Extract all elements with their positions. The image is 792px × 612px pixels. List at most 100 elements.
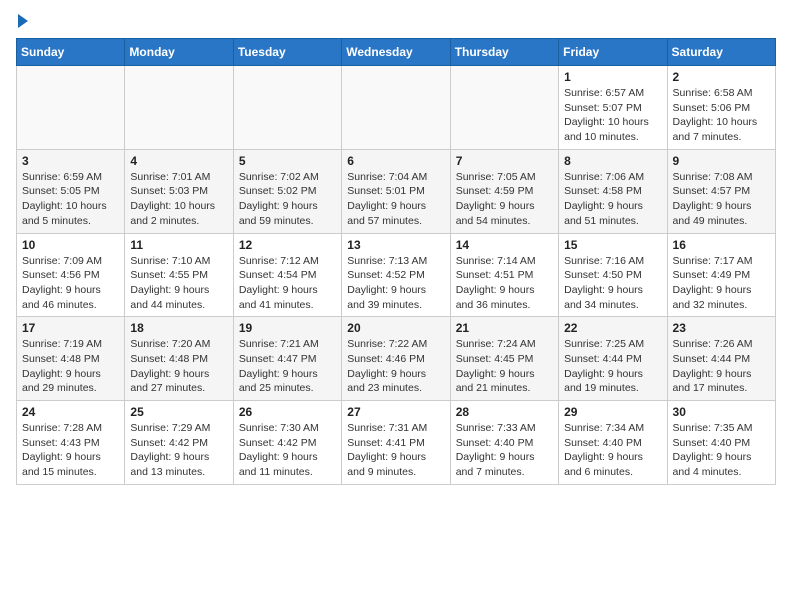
day-info: Sunrise: 7:20 AMSunset: 4:48 PMDaylight:… [130, 337, 227, 396]
calendar-cell: 14 Sunrise: 7:14 AMSunset: 4:51 PMDayligh… [450, 233, 558, 317]
calendar-cell [450, 66, 558, 150]
day-number: 26 [239, 405, 336, 419]
calendar-cell [17, 66, 125, 150]
calendar-cell: 24Sunrise: 7:28 AMSunset: 4:43 PMDayligh… [17, 401, 125, 485]
calendar-header-monday: Monday [125, 39, 233, 66]
calendar-row-4: 17 Sunrise: 7:19 AMSunset: 4:48 PMDayligh… [17, 317, 776, 401]
day-info: Sunrise: 7:01 AMSunset: 5:03 PMDaylight:… [130, 170, 227, 229]
day-number: 2 [673, 70, 770, 84]
calendar-cell: 15 Sunrise: 7:16 AMSunset: 4:50 PMDayligh… [559, 233, 667, 317]
day-number: 14 [456, 238, 553, 252]
day-info: Sunrise: 7:24 AMSunset: 4:45 PMDaylight:… [456, 337, 553, 396]
calendar-cell: 4 Sunrise: 7:01 AMSunset: 5:03 PMDaylight… [125, 149, 233, 233]
calendar-cell: 27 Sunrise: 7:31 AMSunset: 4:41 PMDayligh… [342, 401, 450, 485]
day-number: 5 [239, 154, 336, 168]
day-number: 18 [130, 321, 227, 335]
day-number: 7 [456, 154, 553, 168]
day-info: Sunrise: 7:17 AMSunset: 4:49 PMDaylight:… [673, 254, 770, 313]
day-info: Sunrise: 7:14 AMSunset: 4:51 PMDaylight:… [456, 254, 553, 313]
calendar-cell: 10 Sunrise: 7:09 AMSunset: 4:56 PMDayligh… [17, 233, 125, 317]
calendar-cell: 29Sunrise: 7:34 AMSunset: 4:40 PMDayligh… [559, 401, 667, 485]
day-number: 15 [564, 238, 661, 252]
calendar-body: 1 Sunrise: 6:57 AMSunset: 5:07 PMDaylight… [17, 66, 776, 485]
day-info: Sunrise: 6:59 AMSunset: 5:05 PMDaylight:… [22, 170, 119, 229]
day-info: Sunrise: 7:25 AMSunset: 4:44 PMDaylight:… [564, 337, 661, 396]
calendar-header-sunday: Sunday [17, 39, 125, 66]
day-number: 30 [673, 405, 770, 419]
day-info: Sunrise: 7:05 AMSunset: 4:59 PMDaylight:… [456, 170, 553, 229]
calendar-cell: 13 Sunrise: 7:13 AMSunset: 4:52 PMDayligh… [342, 233, 450, 317]
day-info: Sunrise: 7:19 AMSunset: 4:48 PMDaylight:… [22, 337, 119, 396]
day-number: 28 [456, 405, 553, 419]
calendar-cell [233, 66, 341, 150]
day-number: 10 [22, 238, 119, 252]
day-info: Sunrise: 7:16 AMSunset: 4:50 PMDaylight:… [564, 254, 661, 313]
day-number: 25 [130, 405, 227, 419]
day-number: 1 [564, 70, 661, 84]
calendar-cell: 28 Sunrise: 7:33 AMSunset: 4:40 PMDayligh… [450, 401, 558, 485]
day-info: Sunrise: 7:35 AMSunset: 4:40 PMDaylight:… [673, 421, 770, 480]
day-number: 4 [130, 154, 227, 168]
day-number: 8 [564, 154, 661, 168]
day-info: Sunrise: 7:29 AMSunset: 4:42 PMDaylight:… [130, 421, 227, 480]
calendar-cell: 19Sunrise: 7:21 AMSunset: 4:47 PMDayligh… [233, 317, 341, 401]
day-number: 3 [22, 154, 119, 168]
calendar-cell: 3 Sunrise: 6:59 AMSunset: 5:05 PMDaylight… [17, 149, 125, 233]
calendar-header-row: SundayMondayTuesdayWednesdayThursdayFrid… [17, 39, 776, 66]
calendar-cell: 11Sunrise: 7:10 AMSunset: 4:55 PMDayligh… [125, 233, 233, 317]
day-number: 27 [347, 405, 444, 419]
day-number: 13 [347, 238, 444, 252]
calendar-cell: 9Sunrise: 7:08 AMSunset: 4:57 PMDaylight… [667, 149, 775, 233]
day-info: Sunrise: 7:06 AMSunset: 4:58 PMDaylight:… [564, 170, 661, 229]
calendar-cell: 22Sunrise: 7:25 AMSunset: 4:44 PMDayligh… [559, 317, 667, 401]
day-number: 21 [456, 321, 553, 335]
logo-triangle-icon [18, 14, 28, 28]
calendar-cell: 18 Sunrise: 7:20 AMSunset: 4:48 PMDayligh… [125, 317, 233, 401]
calendar-cell: 26Sunrise: 7:30 AMSunset: 4:42 PMDayligh… [233, 401, 341, 485]
day-number: 17 [22, 321, 119, 335]
calendar-header-tuesday: Tuesday [233, 39, 341, 66]
calendar-table: SundayMondayTuesdayWednesdayThursdayFrid… [16, 38, 776, 485]
day-info: Sunrise: 7:04 AMSunset: 5:01 PMDaylight:… [347, 170, 444, 229]
calendar-row-1: 1 Sunrise: 6:57 AMSunset: 5:07 PMDaylight… [17, 66, 776, 150]
calendar-cell: 12Sunrise: 7:12 AMSunset: 4:54 PMDayligh… [233, 233, 341, 317]
calendar-cell: 2 Sunrise: 6:58 AMSunset: 5:06 PMDaylight… [667, 66, 775, 150]
day-info: Sunrise: 7:26 AMSunset: 4:44 PMDaylight:… [673, 337, 770, 396]
day-info: Sunrise: 7:31 AMSunset: 4:41 PMDaylight:… [347, 421, 444, 480]
day-number: 23 [673, 321, 770, 335]
day-info: Sunrise: 7:09 AMSunset: 4:56 PMDaylight:… [22, 254, 119, 313]
day-info: Sunrise: 7:12 AMSunset: 4:54 PMDaylight:… [239, 254, 336, 313]
calendar-cell: 21 Sunrise: 7:24 AMSunset: 4:45 PMDayligh… [450, 317, 558, 401]
calendar-cell: 1 Sunrise: 6:57 AMSunset: 5:07 PMDaylight… [559, 66, 667, 150]
day-info: Sunrise: 7:13 AMSunset: 4:52 PMDaylight:… [347, 254, 444, 313]
calendar-header-saturday: Saturday [667, 39, 775, 66]
day-info: Sunrise: 6:58 AMSunset: 5:06 PMDaylight:… [673, 86, 770, 145]
page-header [16, 16, 776, 28]
calendar-cell: 16 Sunrise: 7:17 AMSunset: 4:49 PMDayligh… [667, 233, 775, 317]
calendar-cell: 8 Sunrise: 7:06 AMSunset: 4:58 PMDaylight… [559, 149, 667, 233]
calendar-cell: 23 Sunrise: 7:26 AMSunset: 4:44 PMDayligh… [667, 317, 775, 401]
calendar-cell: 5 Sunrise: 7:02 AMSunset: 5:02 PMDaylight… [233, 149, 341, 233]
day-info: Sunrise: 7:33 AMSunset: 4:40 PMDaylight:… [456, 421, 553, 480]
day-info: Sunrise: 7:08 AMSunset: 4:57 PMDaylight:… [673, 170, 770, 229]
day-number: 11 [130, 238, 227, 252]
day-info: Sunrise: 6:57 AMSunset: 5:07 PMDaylight:… [564, 86, 661, 145]
calendar-row-2: 3 Sunrise: 6:59 AMSunset: 5:05 PMDaylight… [17, 149, 776, 233]
calendar-header-wednesday: Wednesday [342, 39, 450, 66]
calendar-cell: 20 Sunrise: 7:22 AMSunset: 4:46 PMDayligh… [342, 317, 450, 401]
calendar-row-5: 24Sunrise: 7:28 AMSunset: 4:43 PMDayligh… [17, 401, 776, 485]
calendar-cell [125, 66, 233, 150]
calendar-cell: 7 Sunrise: 7:05 AMSunset: 4:59 PMDaylight… [450, 149, 558, 233]
day-info: Sunrise: 7:02 AMSunset: 5:02 PMDaylight:… [239, 170, 336, 229]
day-info: Sunrise: 7:28 AMSunset: 4:43 PMDaylight:… [22, 421, 119, 480]
logo [16, 16, 28, 28]
day-info: Sunrise: 7:22 AMSunset: 4:46 PMDaylight:… [347, 337, 444, 396]
calendar-row-3: 10 Sunrise: 7:09 AMSunset: 4:56 PMDayligh… [17, 233, 776, 317]
day-number: 16 [673, 238, 770, 252]
day-number: 20 [347, 321, 444, 335]
day-number: 19 [239, 321, 336, 335]
calendar-cell: 17 Sunrise: 7:19 AMSunset: 4:48 PMDayligh… [17, 317, 125, 401]
calendar-header-friday: Friday [559, 39, 667, 66]
calendar-header-thursday: Thursday [450, 39, 558, 66]
day-number: 29 [564, 405, 661, 419]
